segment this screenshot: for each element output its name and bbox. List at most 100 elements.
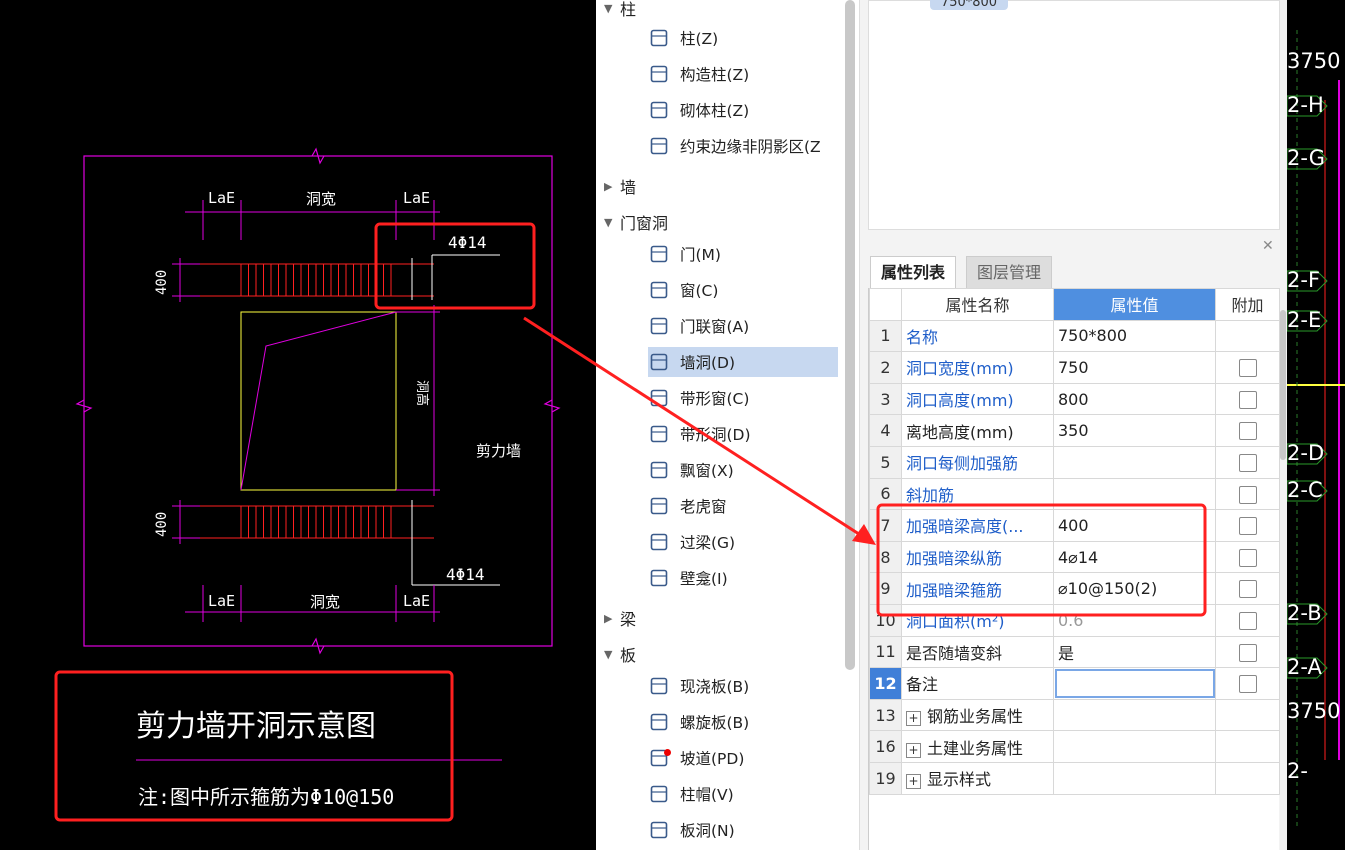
property-value[interactable]: 800 (1053, 382, 1216, 416)
tree-item[interactable]: 门(M) (648, 239, 838, 269)
property-value[interactable]: 0.6 (1053, 603, 1216, 637)
property-value[interactable] (1053, 445, 1216, 479)
property-value[interactable] (1053, 477, 1216, 511)
cad-axis-strip[interactable]: 3750 2-H 2-G 2-F 2-E 2-D 2-C 2-B 2-A 3750 2- (1286, 0, 1345, 850)
axis-grid: 3750 2-H 2-G 2-F 2-E 2-D 2-C 2-B 2-A 3750 2- (1286, 30, 1345, 830)
strip-window-icon (648, 388, 670, 408)
property-value[interactable]: 400 (1053, 509, 1216, 542)
property-row[interactable]: 8 加强暗梁纵筋 4⌀14 (869, 540, 1280, 574)
attach-checkbox[interactable] (1238, 485, 1257, 504)
row-number: 8 (869, 540, 902, 574)
expand-down-icon[interactable]: ▼ (604, 216, 620, 229)
attach-checkbox[interactable] (1238, 454, 1257, 473)
attach-checkbox[interactable] (1238, 422, 1257, 441)
tree-item[interactable]: 构造柱(Z) (648, 59, 838, 89)
door-window-icon (648, 316, 670, 336)
tree-item[interactable]: 墙洞(D) (648, 347, 838, 377)
tree-scrollbar[interactable] (845, 0, 855, 670)
property-row[interactable]: 10 洞口面积(m²) 0.6 (869, 603, 1280, 637)
tree-item[interactable]: 砌体柱(Z) (648, 95, 838, 125)
property-group[interactable]: + 显示样式 (901, 761, 1054, 795)
expand-right-icon[interactable]: ▶ (604, 612, 620, 625)
attach-checkbox[interactable] (1238, 359, 1257, 378)
expand-down-icon[interactable]: ▼ (604, 2, 620, 15)
property-row[interactable]: 4 离地高度(mm) 350 (869, 414, 1280, 447)
tree-item[interactable]: 壁龛(I) (648, 563, 838, 593)
tree-item[interactable]: 约束边缘非阴影区(Z (648, 131, 838, 161)
tree-item[interactable]: 过梁(G) (648, 527, 838, 557)
tree-item-label: 老虎窗 (680, 498, 727, 516)
property-group[interactable]: + 土建业务属性 (901, 730, 1054, 763)
expand-right-icon[interactable]: ▶ (604, 180, 620, 193)
property-value[interactable]: ⌀10@150(2) (1053, 572, 1216, 605)
attach-cell (1215, 667, 1280, 700)
attach-checkbox[interactable] (1238, 517, 1257, 536)
grid-scrollbar[interactable] (1280, 310, 1286, 460)
close-icon[interactable]: ✕ (1262, 238, 1274, 254)
tree-item[interactable]: 窗(C) (648, 275, 838, 305)
notification-dot (663, 748, 671, 756)
bottom-beam-stirrups (240, 506, 392, 538)
property-value-input[interactable] (1053, 667, 1216, 700)
property-value[interactable]: 750 (1053, 351, 1216, 384)
expand-plus-icon[interactable]: + (906, 711, 921, 727)
tree-item[interactable]: 现浇板(B) (648, 671, 838, 701)
property-row[interactable]: 3 洞口高度(mm) 800 (869, 382, 1280, 416)
property-row[interactable]: 1 名称 750*800 (869, 319, 1280, 353)
property-name: 洞口面积(m²) (901, 603, 1054, 637)
cad-drawing-area[interactable]: LaE 洞宽 LaE 400 4Φ14 洞高 剪力墙 400 4Φ14 LaE … (0, 0, 596, 850)
property-value[interactable]: 4⌀14 (1053, 540, 1216, 574)
tree-group-label: 墙 (620, 178, 637, 197)
expand-plus-icon[interactable]: + (906, 742, 921, 758)
property-row[interactable]: 16 + 土建业务属性 (869, 730, 1280, 763)
property-value-header: 属性值 (1053, 288, 1216, 321)
constructional-column-icon (648, 64, 670, 84)
property-row[interactable]: 7 加强暗梁高度(... 400 (869, 509, 1280, 542)
property-value[interactable] (1053, 698, 1216, 732)
attach-checkbox[interactable] (1238, 643, 1257, 662)
tree-item[interactable]: 板洞(N) (648, 815, 838, 845)
shear-wall-label: 剪力墙 (476, 442, 521, 460)
attach-checkbox[interactable] (1238, 611, 1257, 630)
tree-group[interactable]: ▼ 板 (604, 642, 636, 666)
property-group[interactable]: + 钢筋业务属性 (901, 698, 1054, 732)
attach-checkbox[interactable] (1238, 390, 1257, 409)
property-value[interactable]: 350 (1053, 414, 1216, 447)
tab-layer-management[interactable]: 图层管理 (966, 256, 1053, 289)
tab-property-list[interactable]: 属性列表 (870, 256, 957, 289)
attach-checkbox[interactable] (1238, 675, 1257, 694)
property-row[interactable]: 12 备注 (869, 667, 1280, 700)
property-row[interactable]: 19 + 显示样式 (869, 761, 1280, 795)
tree-item[interactable]: 门联窗(A) (648, 311, 838, 341)
property-row[interactable]: 13 + 钢筋业务属性 (869, 698, 1280, 732)
tree-group[interactable]: ▼ 门窗洞 (604, 210, 668, 234)
expand-down-icon[interactable]: ▼ (604, 648, 620, 661)
tree-group[interactable]: ▶ 梁 (604, 606, 636, 630)
property-row[interactable]: 5 洞口每侧加强筋 (869, 445, 1280, 479)
tree-item[interactable]: 柱帽(V) (648, 779, 838, 809)
expand-plus-icon[interactable]: + (906, 774, 921, 790)
component-tree[interactable]: ▼ 柱 ▶ 墙 ▼ 门窗洞 ▶ 梁 ▼ 板柱(Z) 构造柱(Z) 砌体柱(Z) 约束边缘非阴影区(Z 门(… (596, 0, 860, 850)
property-value[interactable] (1053, 761, 1216, 795)
property-row[interactable]: 6 斜加筋 (869, 477, 1280, 511)
property-row[interactable]: 2 洞口宽度(mm) 750 (869, 351, 1280, 384)
tree-item[interactable]: 老虎窗 (648, 491, 838, 521)
tree-item[interactable]: 柱(Z) (648, 23, 838, 53)
property-row[interactable]: 9 加强暗梁箍筋 ⌀10@150(2) (869, 572, 1280, 605)
tree-item[interactable]: 带形洞(D) (648, 419, 838, 449)
tree-group[interactable]: ▼ 柱 (604, 0, 636, 20)
property-row[interactable]: 11 是否随墙变斜是 (869, 635, 1280, 669)
tree-item[interactable]: 飘窗(X) (648, 455, 838, 485)
property-value[interactable]: 750*800 (1053, 319, 1216, 353)
tree-item[interactable]: 坡道(PD) (648, 743, 838, 773)
axis-label: 2-G (1287, 146, 1325, 170)
row-number: 2 (869, 351, 902, 384)
tree-item-label: 柱(Z) (680, 30, 719, 48)
tree-item[interactable]: 带形窗(C) (648, 383, 838, 413)
tree-group[interactable]: ▶ 墙 (604, 174, 636, 198)
property-value[interactable]: 是 (1053, 635, 1216, 669)
tree-item[interactable]: 螺旋板(B) (648, 707, 838, 737)
property-value[interactable] (1053, 730, 1216, 763)
attach-checkbox[interactable] (1238, 548, 1257, 567)
attach-checkbox[interactable] (1238, 580, 1257, 599)
